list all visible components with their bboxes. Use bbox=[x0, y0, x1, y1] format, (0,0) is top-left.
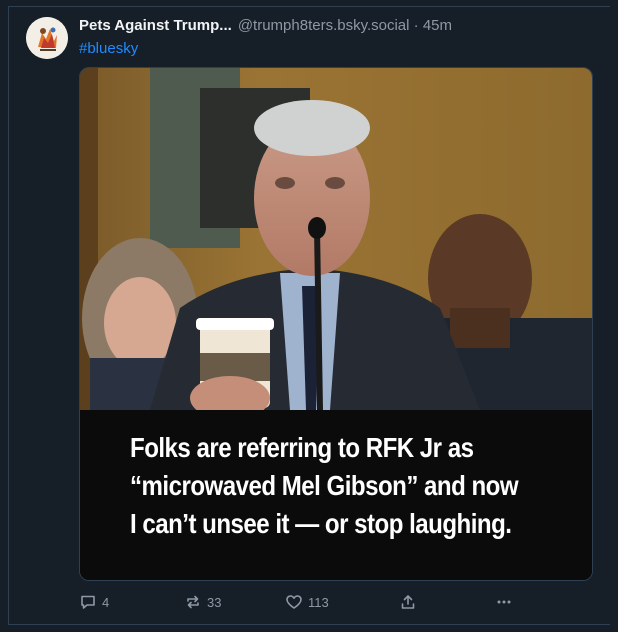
post-card[interactable]: Pets Against Trump... @trumph8ters.bsky.… bbox=[0, 0, 618, 632]
reply-icon bbox=[81, 595, 95, 609]
caption-overlay: Folks are referring to RFK Jr as “microw… bbox=[80, 410, 592, 580]
divider-bottom bbox=[8, 624, 610, 625]
reply-count: 4 bbox=[102, 594, 110, 610]
post-image[interactable]: Folks are referring to RFK Jr as “microw… bbox=[79, 67, 593, 581]
author-handle-and-time[interactable]: @trumph8ters.bsky.social · 45m bbox=[238, 17, 452, 34]
share-button[interactable] bbox=[399, 592, 417, 612]
avatar-image bbox=[26, 17, 68, 59]
like-count: 113 bbox=[308, 594, 329, 610]
like-button[interactable]: 113 bbox=[285, 592, 329, 612]
share-icon bbox=[401, 595, 415, 609]
repost-icon bbox=[187, 595, 199, 609]
repost-count: 33 bbox=[207, 594, 222, 610]
caption-line-1: Folks are referring to RFK Jr as bbox=[130, 432, 474, 463]
avatar[interactable] bbox=[26, 17, 68, 59]
action-bar: 4 33 113 bbox=[79, 592, 519, 612]
divider-top bbox=[8, 6, 610, 7]
more-options-button[interactable] bbox=[495, 592, 513, 612]
hashtag-link[interactable]: #bluesky bbox=[79, 40, 138, 57]
author-name[interactable]: Pets Against Trump... bbox=[79, 17, 232, 34]
caption-line-3: I can’t unsee it — or stop laughing. bbox=[130, 508, 512, 539]
post-header: Pets Against Trump... @trumph8ters.bsky.… bbox=[79, 17, 452, 37]
photo bbox=[80, 68, 592, 410]
reply-button[interactable]: 4 bbox=[79, 592, 109, 612]
more-icon bbox=[497, 600, 511, 604]
caption-line-2: “microwaved Mel Gibson” and now bbox=[130, 470, 519, 501]
repost-button[interactable]: 33 bbox=[184, 592, 221, 612]
like-icon bbox=[286, 595, 302, 609]
divider-left bbox=[8, 6, 9, 624]
